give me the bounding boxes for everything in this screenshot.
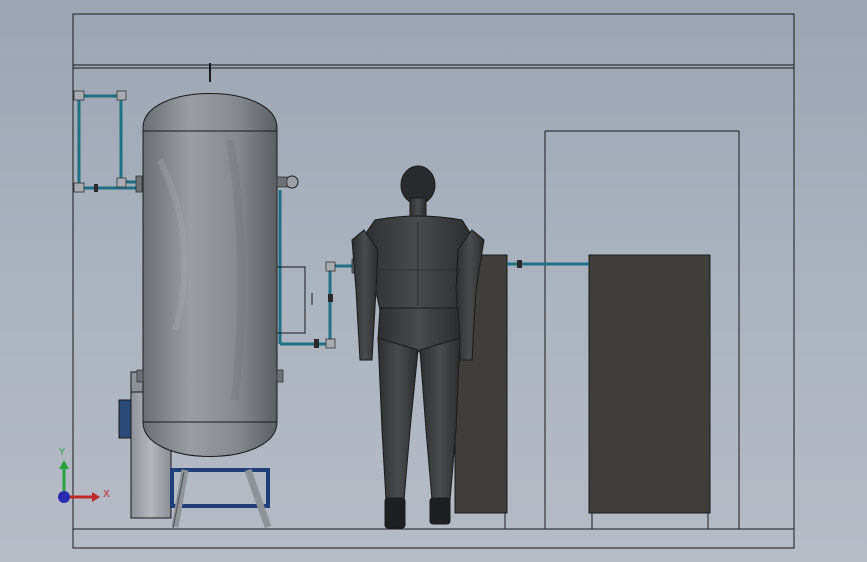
axis-x-label: X [103, 489, 110, 500]
air-receiver-tank [136, 63, 284, 457]
pipe-left-loop [73, 90, 143, 193]
cad-viewport: X Y [58, 13, 795, 549]
tank-stand [170, 468, 272, 529]
coordinate-triad: X Y [58, 447, 110, 503]
axis-y-label: Y [58, 447, 66, 458]
pressure-gauge-icon [285, 175, 299, 189]
cabinet-right [588, 254, 711, 529]
pipe-cabinet-link [507, 260, 589, 268]
pipe-right-run [276, 175, 361, 349]
